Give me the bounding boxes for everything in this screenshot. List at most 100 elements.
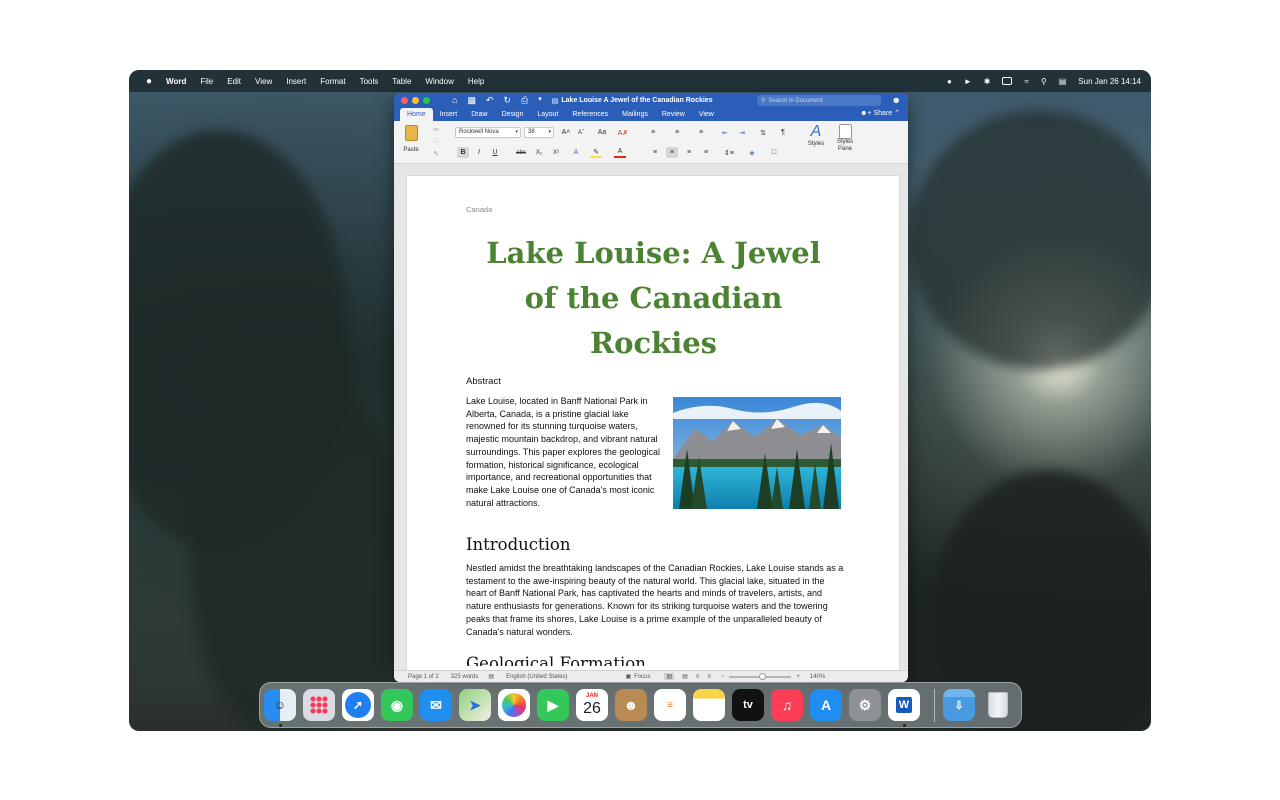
- trash-icon[interactable]: [982, 689, 1014, 721]
- tab-mailings[interactable]: Mailings: [615, 108, 655, 121]
- zoom-level[interactable]: 140%: [810, 674, 825, 680]
- borders-icon[interactable]: □: [767, 147, 781, 158]
- photos-icon[interactable]: [498, 689, 530, 721]
- undo-icon[interactable]: ↶: [486, 95, 494, 106]
- calendar-icon[interactable]: JAN 26: [576, 689, 608, 721]
- menu-window[interactable]: Window: [418, 77, 460, 86]
- control-center-icon[interactable]: ▤: [1059, 77, 1067, 86]
- multilevel-list-icon[interactable]: ≡: [694, 127, 708, 138]
- redo-icon[interactable]: ↻: [504, 95, 512, 106]
- facetime-icon[interactable]: ▶: [537, 689, 569, 721]
- music-icon[interactable]: ♫: [771, 689, 803, 721]
- page-count[interactable]: Page 1 of 2: [408, 674, 439, 680]
- minimize-button[interactable]: [412, 97, 419, 104]
- safari-icon[interactable]: ➚: [342, 689, 374, 721]
- maps-icon[interactable]: ➤: [459, 689, 491, 721]
- menu-tools[interactable]: Tools: [353, 77, 386, 86]
- tab-references[interactable]: References: [565, 108, 615, 121]
- battery-icon[interactable]: [1002, 77, 1013, 85]
- web-layout-view-icon[interactable]: ▤: [682, 673, 688, 680]
- line-spacing-icon[interactable]: ⇕≡: [721, 147, 737, 158]
- search-field[interactable]: ⚲ Search in Document: [757, 95, 881, 106]
- font-name-select[interactable]: Rockwell Nova ▾: [455, 127, 521, 138]
- tab-review[interactable]: Review: [655, 108, 692, 121]
- decrease-indent-icon[interactable]: ⇤: [718, 127, 732, 138]
- underline-button[interactable]: U: [489, 147, 501, 158]
- tab-draw[interactable]: Draw: [464, 108, 494, 121]
- align-right-icon[interactable]: ≡: [683, 147, 695, 158]
- zoom-in-icon[interactable]: +: [796, 674, 800, 680]
- tab-view[interactable]: View: [692, 108, 721, 121]
- show-formatting-icon[interactable]: ¶: [777, 127, 789, 138]
- volume-icon[interactable]: ►: [964, 77, 972, 86]
- zoom-slider-thumb[interactable]: [759, 672, 767, 680]
- bluetooth-icon[interactable]: ✱: [984, 77, 991, 86]
- focus-icon[interactable]: ▣: [625, 673, 631, 680]
- notes-icon[interactable]: [693, 689, 725, 721]
- proofing-icon[interactable]: ▤: [488, 673, 494, 680]
- change-case-icon[interactable]: Aa: [594, 127, 610, 138]
- paste-button[interactable]: Paste: [400, 125, 422, 159]
- print-layout-view-icon[interactable]: ▤: [664, 673, 675, 680]
- grow-font-icon[interactable]: A˄: [559, 127, 573, 138]
- increase-indent-icon[interactable]: ⇥: [735, 127, 749, 138]
- finder-icon[interactable]: ☺: [264, 689, 296, 721]
- align-left-icon[interactable]: ≡: [649, 147, 661, 158]
- styles-button[interactable]: A Styles: [803, 123, 829, 161]
- menu-view[interactable]: View: [248, 77, 279, 86]
- system-settings-icon[interactable]: ⚙: [849, 689, 881, 721]
- save-icon[interactable]: ▩: [467, 95, 476, 106]
- zoom-slider[interactable]: [729, 672, 792, 680]
- spotlight-icon[interactable]: ⚲: [1041, 77, 1047, 86]
- justify-icon[interactable]: ≡: [700, 147, 712, 158]
- outline-view-icon[interactable]: ≡: [696, 674, 700, 680]
- bold-button[interactable]: B: [457, 147, 469, 158]
- menu-file[interactable]: File: [193, 77, 220, 86]
- zoom-out-icon[interactable]: −: [721, 674, 725, 680]
- share-button[interactable]: ☻+ Share ⌃: [860, 109, 900, 117]
- mail-icon[interactable]: ✉: [420, 689, 452, 721]
- clear-formatting-icon[interactable]: A✗: [616, 127, 630, 138]
- styles-pane-button[interactable]: Styles Pane: [831, 123, 859, 163]
- messages-icon[interactable]: ◉: [381, 689, 413, 721]
- menu-help[interactable]: Help: [461, 77, 491, 86]
- focus-mode[interactable]: Focus: [634, 674, 650, 680]
- word-icon[interactable]: W: [888, 689, 920, 721]
- shrink-font-icon[interactable]: Aˇ: [575, 127, 587, 138]
- wifi-icon[interactable]: ≈: [1024, 77, 1028, 86]
- align-center-icon[interactable]: ≡: [666, 147, 678, 158]
- close-button[interactable]: [401, 97, 408, 104]
- font-size-select[interactable]: 38 ▾: [524, 127, 554, 138]
- tab-home[interactable]: Home: [400, 108, 433, 121]
- menu-format[interactable]: Format: [313, 77, 352, 86]
- word-count[interactable]: 325 words: [451, 674, 479, 680]
- apple-icon[interactable]: ●: [139, 76, 159, 87]
- account-icon[interactable]: ☻: [892, 95, 901, 105]
- cut-icon[interactable]: ✂: [431, 124, 441, 135]
- home-icon[interactable]: ⌂: [452, 95, 457, 106]
- document-canvas[interactable]: Canada Lake Louise: A Jewel of the Canad…: [394, 164, 908, 682]
- copy-icon[interactable]: □: [431, 136, 441, 147]
- tab-layout[interactable]: Layout: [530, 108, 565, 121]
- lightbulb-icon[interactable]: ●: [947, 77, 952, 86]
- menu-table[interactable]: Table: [385, 77, 418, 86]
- bullets-icon[interactable]: ≡: [646, 127, 660, 138]
- numbering-icon[interactable]: ≡: [670, 127, 684, 138]
- print-icon[interactable]: ⎙: [521, 95, 528, 106]
- language[interactable]: English (United States): [506, 674, 567, 680]
- menu-edit[interactable]: Edit: [220, 77, 248, 86]
- tab-design[interactable]: Design: [495, 108, 531, 121]
- menu-insert[interactable]: Insert: [279, 77, 313, 86]
- tab-insert[interactable]: Insert: [433, 108, 465, 121]
- document-page[interactable]: Canada Lake Louise: A Jewel of the Canad…: [406, 175, 900, 682]
- reminders-icon[interactable]: ≡: [654, 689, 686, 721]
- format-painter-icon[interactable]: ✎: [431, 148, 441, 159]
- zoom-button[interactable]: [423, 97, 430, 104]
- shading-icon[interactable]: ◈: [745, 147, 759, 158]
- highlight-icon[interactable]: ✎: [590, 147, 602, 158]
- draft-view-icon[interactable]: ≡: [707, 674, 711, 680]
- apple-tv-icon[interactable]: tv: [732, 689, 764, 721]
- strikethrough-button[interactable]: abc: [513, 147, 529, 158]
- contacts-icon[interactable]: ☻: [615, 689, 647, 721]
- italic-button[interactable]: I: [473, 147, 485, 158]
